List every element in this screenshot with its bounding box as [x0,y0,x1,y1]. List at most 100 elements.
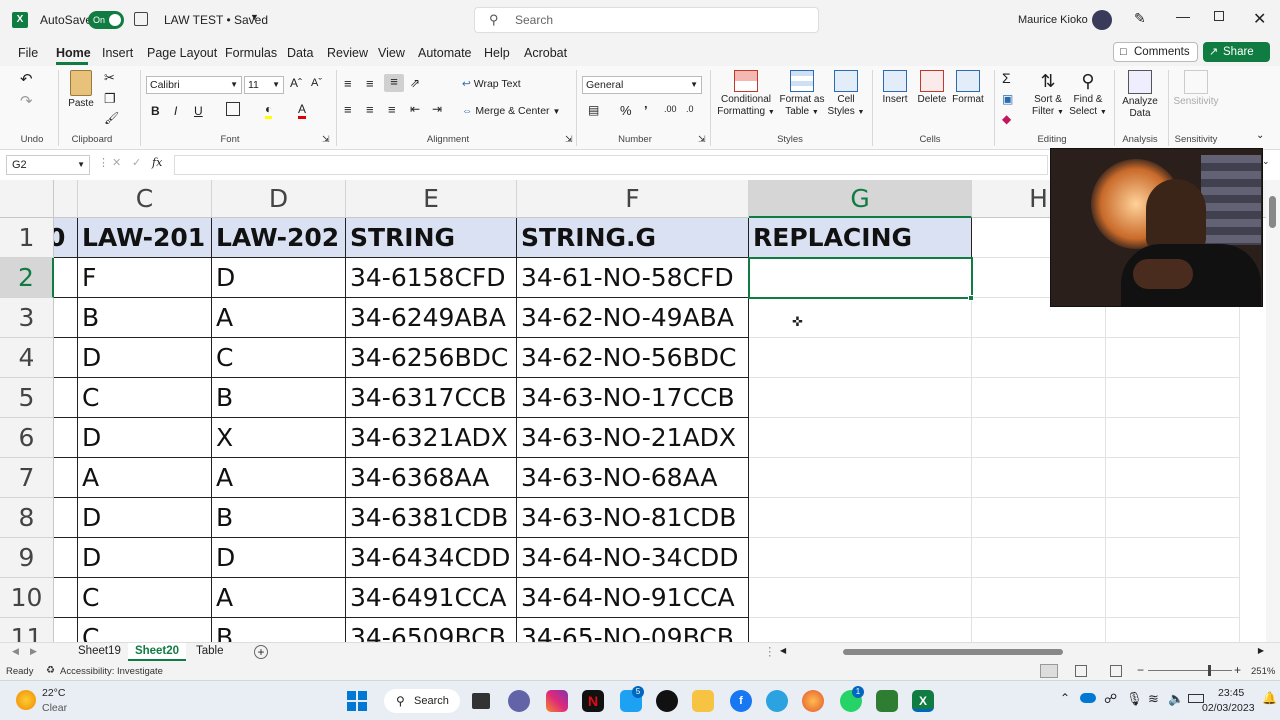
decrease-decimal-icon[interactable]: .0 [686,104,694,114]
cell-c-row[interactable]: D [78,538,212,578]
cell-d-row[interactable]: X [212,418,346,458]
row-header[interactable]: 6 [0,418,54,458]
start-button[interactable] [347,691,367,711]
cell-partial-b[interactable] [54,618,78,642]
column-header-d[interactable]: D [212,180,346,218]
tray-chevron-icon[interactable]: ⌃ [1060,691,1070,705]
cell-f-row[interactable]: 34-63-NO-21ADX [517,418,749,458]
dialog-launcher-icon[interactable]: ⇲ [322,134,330,145]
facebook-icon[interactable]: f [730,690,752,712]
scroll-left-icon[interactable]: ◀ [780,646,786,655]
name-box[interactable]: G2 ▼ [6,155,90,175]
onedrive-icon[interactable] [1080,693,1096,703]
netflix-icon[interactable]: N [582,690,604,712]
cell-c-row[interactable]: D [78,418,212,458]
scroll-right-icon[interactable]: ▶ [1258,646,1264,655]
cell-d-row[interactable]: B [212,378,346,418]
cell-e-row[interactable]: 34-6509BCB [346,618,517,642]
cell-e-row[interactable]: 34-6434CDD [346,538,517,578]
cell-d-row[interactable]: D [212,258,346,298]
align-left-icon[interactable]: ≡ [344,102,352,117]
align-center-icon[interactable]: ≡ [366,102,374,117]
cell-partial-b[interactable] [54,378,78,418]
align-right-icon[interactable]: ≡ [388,102,396,117]
dialog-launcher-icon[interactable]: ⇲ [565,134,573,145]
media-player-icon[interactable] [876,690,898,712]
cell-d-row[interactable]: A [212,298,346,338]
cell-f-row[interactable]: 34-62-NO-49ABA [517,298,749,338]
menu-view[interactable]: View [378,46,405,60]
cell-c-row[interactable]: D [78,338,212,378]
avatar[interactable] [1092,10,1112,30]
cell-empty[interactable] [1106,618,1240,642]
sensitivity-button[interactable]: Sensitivity [1172,70,1220,108]
excel-taskbar-icon[interactable]: X [912,690,934,712]
cell-d-row[interactable]: A [212,458,346,498]
accessibility-icon[interactable]: ♻ [46,665,55,676]
cell-empty[interactable] [749,378,972,418]
cell-empty[interactable] [749,298,972,338]
cell-c1[interactable]: LAW-201 [78,218,212,258]
row-header[interactable]: 4 [0,338,54,378]
clear-icon[interactable]: ◆ [1002,112,1011,126]
firefox-icon[interactable] [802,690,824,712]
decrease-font-icon[interactable]: Aˇ [311,77,322,89]
security-icon[interactable]: ☍ [1104,691,1117,707]
share-button[interactable]: ↗ Share [1203,42,1270,62]
percent-button[interactable]: % [620,103,632,118]
cell-empty[interactable] [1106,458,1240,498]
cell-e-row[interactable]: 34-6249ABA [346,298,517,338]
conditional-formatting-button[interactable]: Conditional Formatting ▼ [714,70,778,119]
align-middle-icon[interactable]: ≡ [366,76,374,91]
menu-file[interactable]: File [18,46,38,60]
format-painter-icon[interactable]: 🖌 [104,111,119,125]
cell-empty[interactable] [749,498,972,538]
hscroll-thumb[interactable] [843,649,1063,655]
collapse-ribbon-icon[interactable]: ⌄ [1256,130,1264,141]
row-header[interactable]: 11 [0,618,54,642]
column-header-f[interactable]: F [517,180,749,218]
delete-cells-button[interactable]: Delete [914,70,950,106]
cell-empty[interactable] [972,378,1106,418]
menu-data[interactable]: Data [287,46,313,60]
instagram-icon[interactable] [546,690,568,712]
search-box[interactable]: ⚲ Search [474,7,819,33]
merge-center-button[interactable]: ⇔ Merge & Center ▼ [462,105,560,117]
wifi-icon[interactable]: ≋ [1148,691,1159,707]
normal-view-icon[interactable] [1040,664,1058,678]
cell-empty[interactable] [1106,378,1240,418]
cell-e-row[interactable]: 34-6491CCA [346,578,517,618]
tab-table[interactable]: Table [196,645,224,657]
cell-partial-b[interactable] [54,498,78,538]
cell-f1[interactable]: STRING.G [517,218,749,258]
cell-partial-b[interactable] [54,258,78,298]
page-break-view-icon[interactable] [1110,665,1122,677]
close-icon[interactable]: ✕ [1253,9,1266,29]
horizontal-scrollbar[interactable]: ◀ ▶ [780,645,1264,659]
chat-icon[interactable] [508,690,530,712]
enter-icon[interactable]: ✓ [132,156,141,169]
user-name[interactable]: Maurice Kioko [1018,14,1088,26]
cell-e1[interactable]: STRING [346,218,517,258]
autosum-icon[interactable]: Σ [1002,70,1011,86]
cell-e-row[interactable]: 34-6256BDC [346,338,517,378]
cell-empty[interactable] [1106,418,1240,458]
format-as-table-button[interactable]: Format as Table ▼ [776,70,828,119]
cell-c-row[interactable]: C [78,578,212,618]
comma-icon[interactable]: ’ [644,103,648,118]
weather-icon[interactable] [16,690,36,710]
column-header-b-partial[interactable] [54,180,78,218]
font-color-icon[interactable]: A [298,102,307,119]
add-sheet-icon[interactable]: + [254,645,268,659]
cell-empty[interactable] [972,498,1106,538]
save-icon[interactable] [134,12,148,26]
borders-icon[interactable] [226,102,240,116]
column-header-e[interactable]: E [346,180,517,218]
zoom-slider-thumb[interactable] [1208,665,1211,676]
cell-b1-partial[interactable]: 0 [54,218,78,258]
paste-button[interactable]: Paste [64,70,98,110]
analyze-data-button[interactable]: Analyze Data [1118,70,1162,120]
menu-help[interactable]: Help [484,46,510,60]
cell-c-row[interactable]: C [78,618,212,642]
cell-partial-b[interactable] [54,338,78,378]
